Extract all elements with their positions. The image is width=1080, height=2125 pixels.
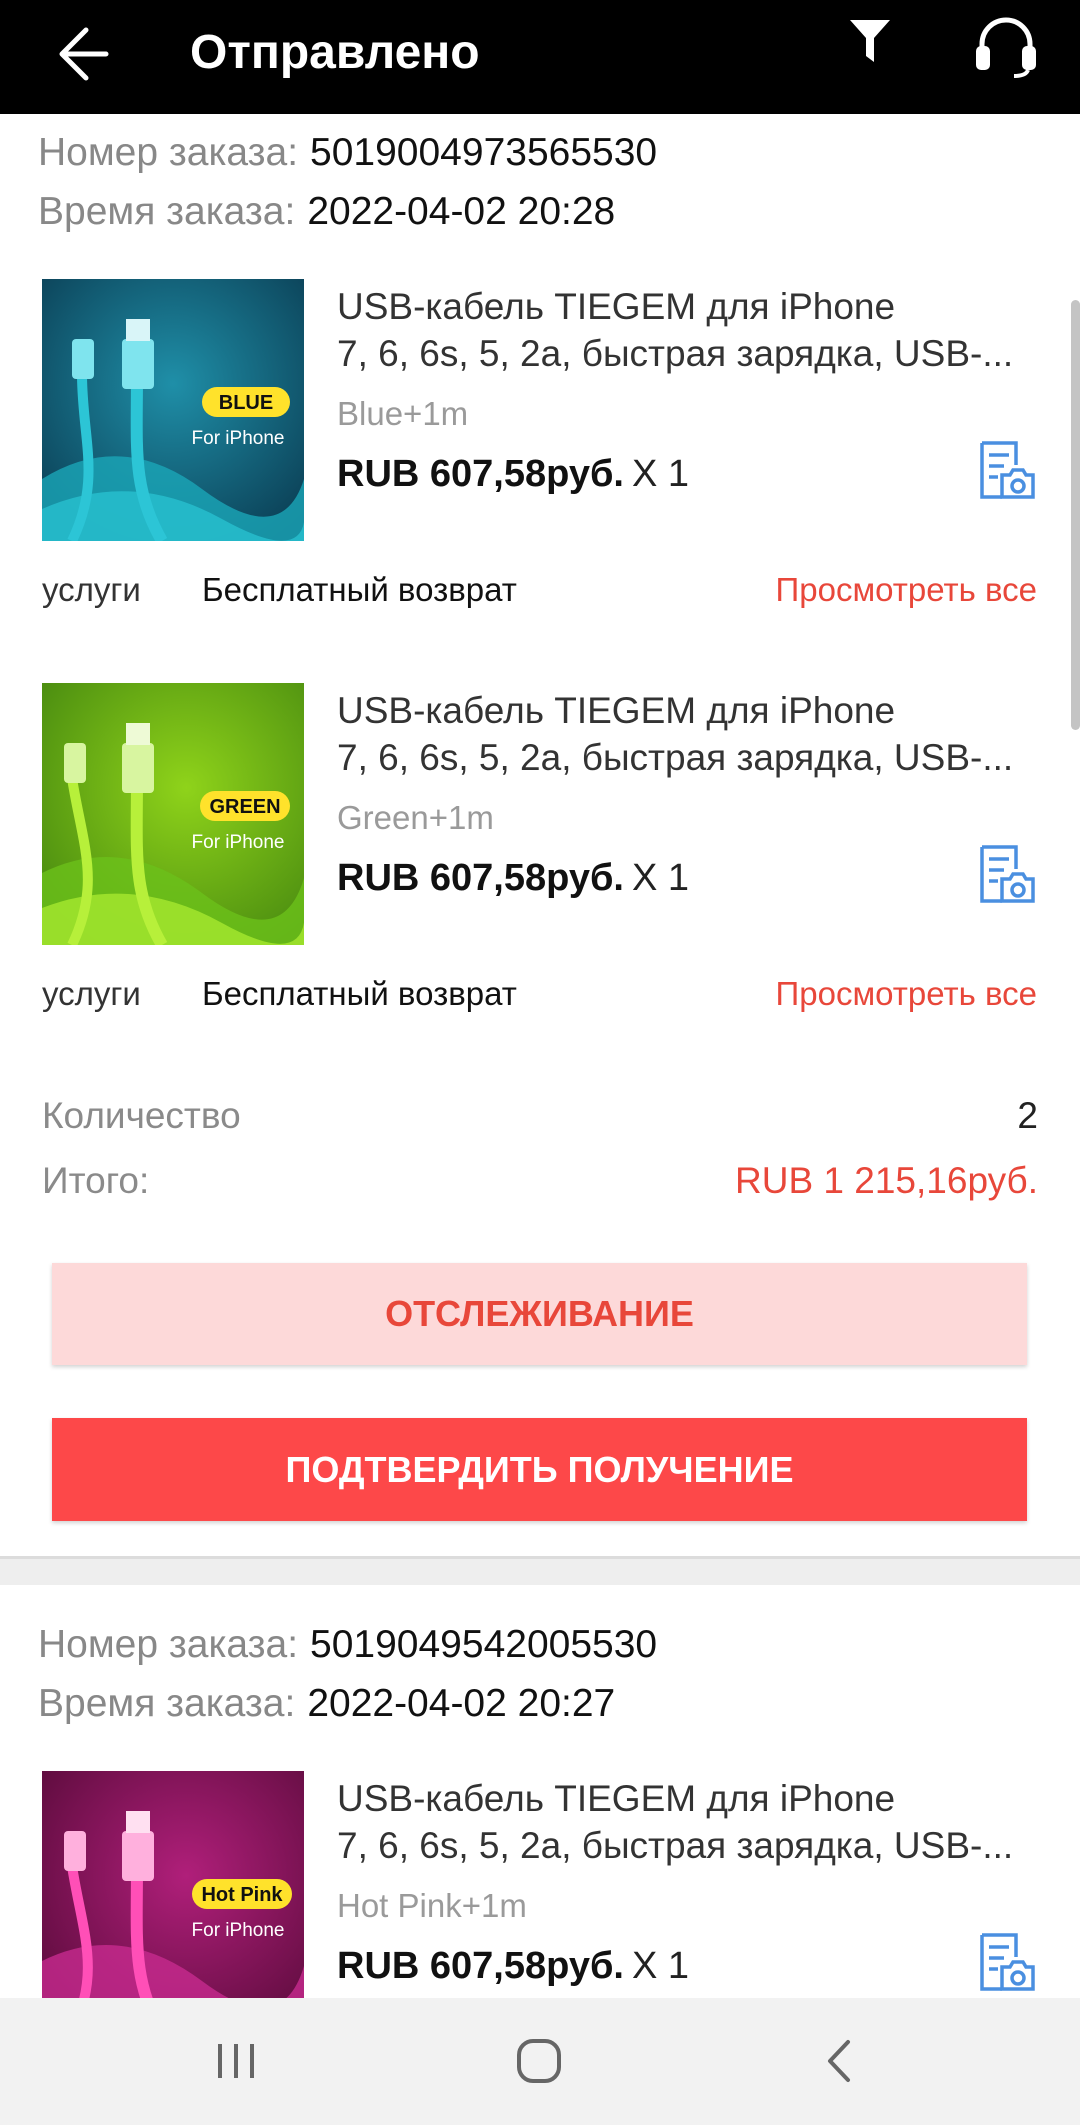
product-title-line1: USB-кабель TIEGEM для iPhone	[337, 286, 896, 327]
product-price: RUB 607,58руб.	[337, 857, 624, 899]
order-time-label: Время заказа:	[38, 190, 296, 233]
badge-sub: For iPhone	[192, 1920, 285, 1941]
service-value: Бесплатный возврат	[202, 975, 517, 1012]
product-qty: X 1	[632, 857, 690, 899]
order-number-row: Номер заказа: 5019004973565530	[38, 130, 657, 176]
badge-sub: For iPhone	[192, 428, 285, 449]
receipt-photo-icon[interactable]	[976, 1931, 1036, 1993]
view-all-link[interactable]: Просмотреть все	[776, 571, 1037, 609]
order-number-label: Номер заказа:	[38, 1623, 299, 1666]
product-title-line1: USB-кабель TIEGEM для iPhone	[337, 1778, 896, 1819]
product-variant: Blue+1m	[337, 395, 469, 432]
badge-text: BLUE	[219, 392, 273, 414]
product-price: RUB 607,58руб.	[337, 1945, 624, 1987]
order-time-row: Время заказа: 2022-04-02 20:27	[38, 1681, 615, 1727]
product-title[interactable]: USB-кабель TIEGEM для iPhone 7, 6, 6s, 5…	[337, 687, 1037, 781]
product-title-line2: 7, 6, 6s, 5, 2a, быстрая зарядка, USB-..…	[337, 1825, 1014, 1866]
track-button[interactable]: ОТСЛЕЖИВАНИЕ	[52, 1263, 1027, 1365]
app-header: Отправлено	[0, 0, 1080, 114]
confirm-receipt-button[interactable]: ПОДТВЕРДИТЬ ПОЛУЧЕНИЕ	[52, 1418, 1027, 1521]
product-image[interactable]: BLUE For iPhone	[42, 279, 304, 541]
order-time: 2022-04-02 20:28	[307, 190, 616, 233]
system-nav-bar	[0, 1998, 1080, 2125]
product-title-line2: 7, 6, 6s, 5, 2a, быстрая зарядка, USB-..…	[337, 333, 1014, 374]
product-variant: Green+1m	[337, 799, 494, 836]
product-image[interactable]: Hot Pink For iPhone	[42, 1771, 304, 2033]
service-label: услуги	[42, 571, 141, 608]
order-time-row: Время заказа: 2022-04-02 20:28	[38, 189, 615, 235]
filter-icon[interactable]	[846, 16, 894, 68]
product-qty: X 1	[632, 1945, 690, 1987]
product-price-row: RUB 607,58руб. X 1	[337, 857, 689, 900]
order-number-row: Номер заказа: 5019049542005530	[38, 1622, 657, 1668]
product-price-row: RUB 607,58руб. X 1	[337, 453, 689, 496]
order-item[interactable]: BLUE For iPhone USB-кабель TIEGEM для iP…	[0, 279, 1080, 609]
order-time: 2022-04-02 20:27	[307, 1682, 616, 1725]
service-label: услуги	[42, 975, 141, 1012]
product-price-row: RUB 607,58руб. X 1	[337, 1945, 689, 1988]
order-number: 5019004973565530	[310, 131, 658, 174]
total-label: Итого:	[42, 1160, 150, 1201]
receipt-photo-icon[interactable]	[976, 439, 1036, 501]
quantity-label: Количество	[42, 1095, 241, 1136]
quantity-value: 2	[1017, 1095, 1038, 1136]
order-time-label: Время заказа:	[38, 1682, 296, 1725]
order-number-label: Номер заказа:	[38, 131, 299, 174]
order-divider	[0, 1556, 1080, 1585]
product-title-line2: 7, 6, 6s, 5, 2a, быстрая зарядка, USB-..…	[337, 737, 1014, 778]
page-title: Отправлено	[190, 26, 480, 79]
product-title-line1: USB-кабель TIEGEM для iPhone	[337, 690, 896, 731]
headset-icon[interactable]	[970, 16, 1042, 78]
quantity-row: Количество 2	[42, 1095, 1038, 1137]
product-image[interactable]: GREEN For iPhone	[42, 683, 304, 945]
product-title[interactable]: USB-кабель TIEGEM для iPhone 7, 6, 6s, 5…	[337, 283, 1037, 377]
product-title[interactable]: USB-кабель TIEGEM для iPhone 7, 6, 6s, 5…	[337, 1775, 1037, 1869]
product-variant: Hot Pink+1m	[337, 1887, 527, 1924]
arrow-left-icon[interactable]	[44, 18, 114, 88]
view-all-link[interactable]: Просмотреть все	[776, 975, 1037, 1013]
product-price: RUB 607,58руб.	[337, 453, 624, 495]
product-qty: X 1	[632, 453, 690, 495]
badge-text: Hot Pink	[201, 1884, 283, 1906]
home-icon[interactable]	[514, 2036, 564, 2091]
badge-sub: For iPhone	[192, 832, 285, 853]
total-value: RUB 1 215,16руб.	[735, 1160, 1038, 1201]
receipt-photo-icon[interactable]	[976, 843, 1036, 905]
order-number: 5019049542005530	[310, 1623, 658, 1666]
order-item[interactable]: GREEN For iPhone USB-кабель TIEGEM для i…	[0, 683, 1080, 1013]
nav-back-icon[interactable]	[822, 2036, 858, 2091]
recent-apps-icon[interactable]	[214, 2036, 260, 2091]
badge-text: GREEN	[209, 796, 280, 818]
service-value: Бесплатный возврат	[202, 571, 517, 608]
total-row: Итого: RUB 1 215,16руб.	[42, 1160, 1038, 1202]
